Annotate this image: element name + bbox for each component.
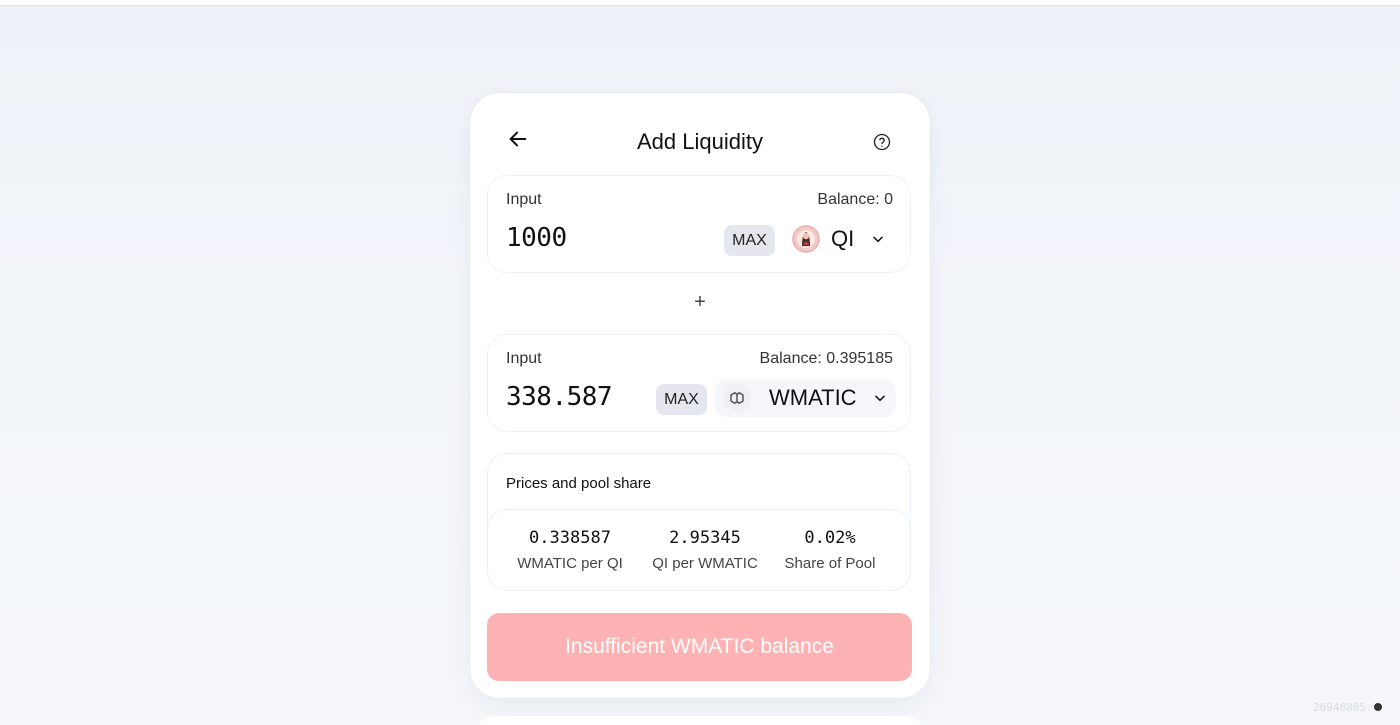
pool-share-value: 0.02% bbox=[804, 528, 856, 548]
build-number: 20940805 bbox=[1313, 701, 1366, 714]
add-liquidity-card: Add Liquidity Input Balance: 0 1000 MAX bbox=[470, 93, 930, 698]
token-a-amount-input[interactable]: 1000 bbox=[506, 223, 706, 253]
price-value: 2.95345 bbox=[669, 528, 741, 548]
prices-stats-row: 0.338587 WMATIC per QI 2.95345 QI per WM… bbox=[487, 509, 911, 591]
price-label: QI per WMATIC bbox=[652, 555, 758, 572]
wmatic-token-icon bbox=[723, 384, 751, 412]
next-card-fragment bbox=[476, 716, 924, 725]
insufficient-balance-button[interactable]: Insufficient WMATIC balance bbox=[487, 613, 912, 681]
token-a-max-button[interactable]: MAX bbox=[724, 225, 775, 256]
token-b-selector[interactable]: WMATIC bbox=[715, 379, 896, 417]
pool-share-label: Share of Pool bbox=[784, 555, 876, 572]
page-title: Add Liquidity bbox=[637, 129, 763, 154]
chevron-down-icon bbox=[870, 231, 886, 247]
token-b-balance: Balance: 0.395185 bbox=[759, 350, 893, 367]
price-stat: 0.338587 WMATIC per QI bbox=[500, 528, 640, 572]
token-a-symbol: QI bbox=[831, 226, 855, 251]
token-a-selector[interactable]: QI bbox=[790, 220, 894, 258]
token-b-symbol: WMATIC bbox=[769, 385, 857, 410]
token-b-input-panel: Input Balance: 0.395185 338.587 MAX WMAT… bbox=[487, 334, 911, 432]
top-border bbox=[0, 0, 1400, 6]
price-label: WMATIC per QI bbox=[517, 555, 623, 572]
token-a-input-panel: Input Balance: 0 1000 MAX QI bbox=[487, 175, 911, 273]
plus-icon: + bbox=[694, 290, 706, 313]
qi-token-icon bbox=[792, 225, 820, 253]
status-dot bbox=[1374, 703, 1382, 711]
price-stat: 2.95345 QI per WMATIC bbox=[635, 528, 775, 572]
token-b-max-button[interactable]: MAX bbox=[656, 384, 707, 415]
token-b-input-label: Input bbox=[506, 350, 542, 367]
pool-share-stat: 0.02% Share of Pool bbox=[760, 528, 900, 572]
card-header: Add Liquidity bbox=[470, 93, 930, 175]
question-circle-icon bbox=[873, 133, 891, 151]
token-a-balance: Balance: 0 bbox=[817, 191, 893, 208]
prices-title: Prices and pool share bbox=[506, 475, 652, 492]
price-value: 0.338587 bbox=[529, 528, 611, 548]
token-a-input-label: Input bbox=[506, 191, 542, 208]
chevron-down-icon bbox=[872, 390, 888, 406]
prices-and-pool-share-panel: Prices and pool share 0.338587 WMATIC pe… bbox=[487, 453, 911, 591]
help-button[interactable] bbox=[872, 132, 892, 152]
